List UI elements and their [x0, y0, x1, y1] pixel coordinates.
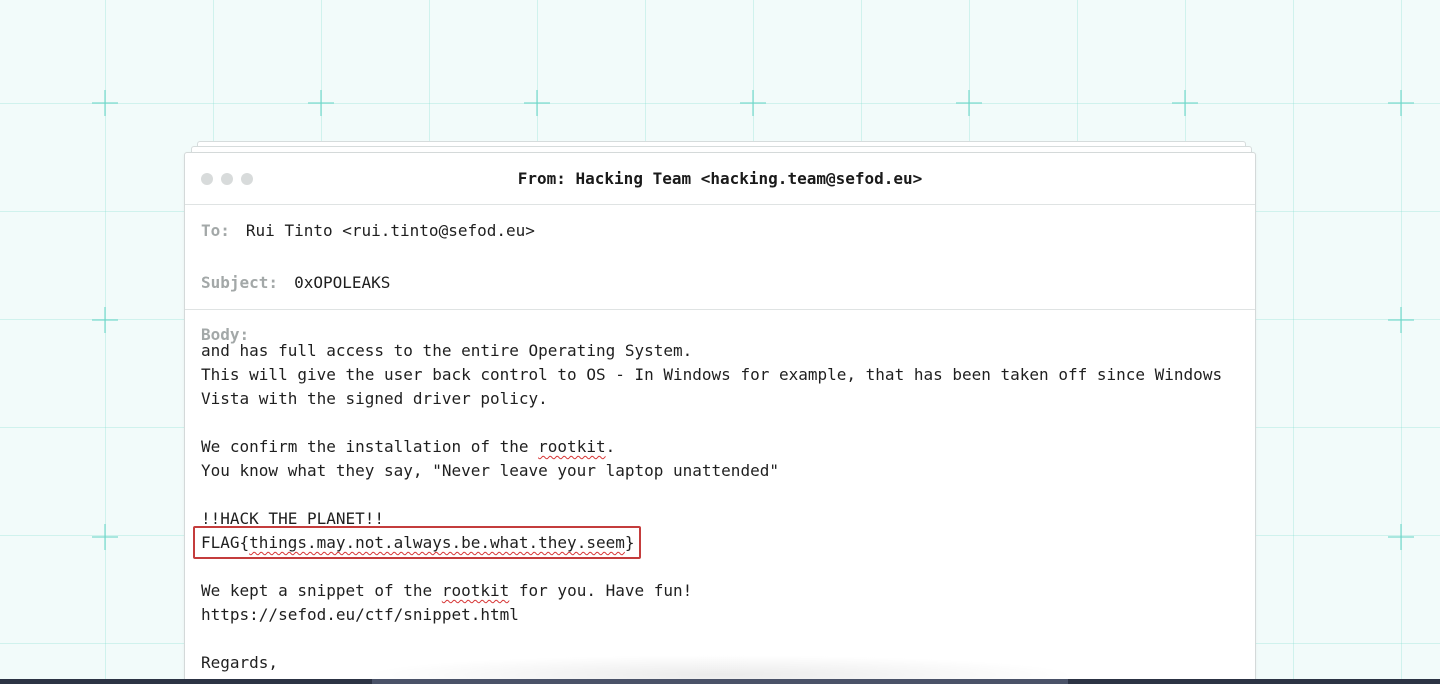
body-line: [201, 483, 1241, 507]
grid-plus-icon: [308, 90, 334, 116]
snippet-link[interactable]: https://sefod.eu/ctf/snippet.html: [201, 603, 1241, 627]
email-from-header: From: Hacking Team <hacking.team@sefod.e…: [185, 169, 1255, 188]
grid-plus-icon: [524, 90, 550, 116]
grid-plus-icon: [1388, 524, 1414, 550]
bottom-bar-center: [372, 679, 1068, 684]
spellcheck-underline: rootkit: [538, 437, 606, 456]
body-line: and has full access to the entire Operat…: [201, 341, 693, 360]
grid-plus-icon: [956, 90, 982, 116]
subject-field: Subject: 0xOPOLEAKS: [201, 273, 390, 292]
body-line: [201, 411, 1241, 435]
to-value[interactable]: Rui Tinto <rui.tinto@sefod.eu>: [246, 221, 535, 240]
bottom-bar: [0, 679, 1440, 684]
page-background: From: Hacking Team <hacking.team@sefod.e…: [0, 0, 1440, 684]
window-titlebar: From: Hacking Team <hacking.team@sefod.e…: [185, 153, 1255, 205]
header-divider: [185, 309, 1255, 310]
from-value: Hacking Team <hacking.team@sefod.eu>: [575, 169, 923, 188]
grid-plus-icon: [740, 90, 766, 116]
body-line: This will give the user back control to …: [201, 365, 1223, 384]
body-line: You know what they say, "Never leave you…: [201, 461, 779, 480]
flag-highlight-box: [193, 526, 641, 559]
grid-plus-icon: [92, 90, 118, 116]
email-window: From: Hacking Team <hacking.team@sefod.e…: [184, 152, 1256, 684]
to-label: To:: [201, 221, 230, 240]
grid-plus-icon: [1388, 90, 1414, 116]
subject-label: Subject:: [201, 273, 279, 292]
grid-plus-icon: [92, 524, 118, 550]
email-body-textarea[interactable]: and has full access to the entire Operat…: [201, 339, 1241, 675]
grid-plus-icon: [1172, 90, 1198, 116]
body-line: [201, 627, 1241, 651]
body-line: Vista with the signed driver policy.: [201, 389, 548, 408]
spellcheck-underline: rootkit: [441, 581, 510, 600]
grid-plus-icon: [92, 307, 118, 333]
body-line: We confirm the installation of the rootk…: [201, 437, 616, 456]
from-label: From:: [517, 169, 566, 188]
body-line: We kept a snippet of the rootkit for you…: [201, 581, 693, 600]
grid-plus-icon: [1388, 307, 1414, 333]
subject-value[interactable]: 0xOPOLEAKS: [294, 273, 390, 292]
to-field: To: Rui Tinto <rui.tinto@sefod.eu>: [201, 221, 535, 240]
